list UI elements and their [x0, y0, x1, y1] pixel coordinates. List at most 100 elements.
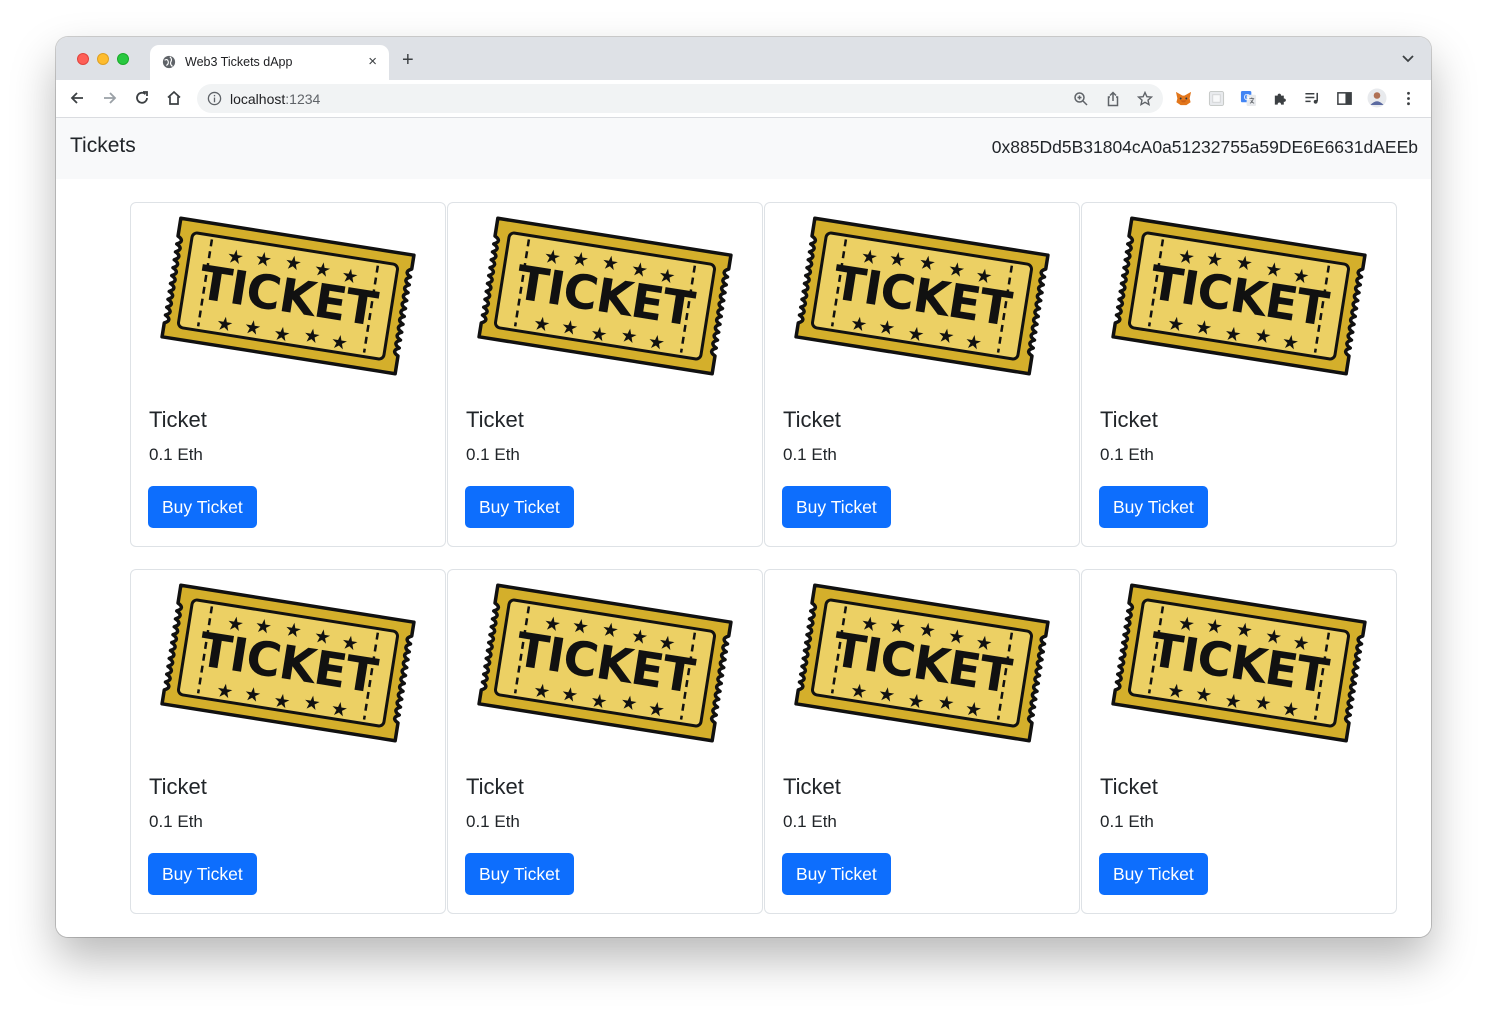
address-bar[interactable]: localhost:1234: [197, 84, 1163, 113]
ticket-title: Ticket: [149, 407, 207, 432]
buy-ticket-button[interactable]: Buy Ticket: [782, 853, 891, 895]
ticket-image: TICKET ★ ★ ★ ★ ★ ★ ★ ★ ★ ★: [477, 583, 733, 743]
svg-text:★: ★: [253, 615, 273, 639]
url-host: localhost: [230, 91, 286, 107]
svg-text:★: ★: [1223, 689, 1243, 713]
share-icon[interactable]: [1105, 91, 1121, 107]
svg-text:★: ★: [629, 258, 649, 282]
svg-text:★: ★: [215, 312, 235, 336]
svg-text:★: ★: [589, 689, 609, 713]
svg-text:★: ★: [1166, 679, 1186, 703]
svg-text:★: ★: [963, 697, 983, 721]
media-queue-icon[interactable]: [1304, 90, 1321, 107]
svg-text:★: ★: [657, 631, 677, 655]
svg-text:★: ★: [1291, 264, 1311, 288]
url-port: :1234: [285, 91, 321, 107]
svg-text:★: ★: [283, 251, 303, 275]
buy-ticket-button[interactable]: Buy Ticket: [148, 486, 257, 528]
profile-avatar-icon[interactable]: [1367, 88, 1387, 108]
navbar-brand[interactable]: Tickets: [70, 134, 136, 158]
svg-text:★: ★: [1204, 248, 1224, 272]
svg-text:★: ★: [302, 691, 322, 715]
svg-text:★: ★: [906, 322, 926, 346]
svg-text:★: ★: [312, 625, 332, 649]
svg-text:★: ★: [1193, 683, 1213, 707]
svg-text:★: ★: [1166, 312, 1186, 336]
extension-grey-icon[interactable]: [1208, 90, 1225, 107]
info-icon[interactable]: [207, 91, 222, 106]
ticket-title: Ticket: [466, 774, 524, 799]
close-window-button[interactable]: [77, 53, 89, 65]
ticket-card: TICKET ★ ★ ★ ★ ★ ★ ★ ★ ★ ★ Ticket 0.1 Eth Buy …: [764, 569, 1080, 914]
ticket-image: TICKET ★ ★ ★ ★ ★ ★ ★ ★ ★ ★: [1111, 583, 1367, 743]
page-content: Tickets 0x885Dd5B31804cA0a51232755a59DE6…: [56, 118, 1431, 937]
ticket-card: TICKET ★ ★ ★ ★ ★ ★ ★ ★ ★ ★ Ticket 0.1 Eth Buy …: [764, 202, 1080, 547]
ticket-card: TICKET ★ ★ ★ ★ ★ ★ ★ ★ ★ ★ Ticket 0.1 Eth Buy …: [1081, 202, 1397, 547]
svg-text:★: ★: [225, 245, 245, 269]
reload-icon[interactable]: [133, 89, 151, 107]
ticket-price: 0.1 Eth: [149, 812, 203, 831]
svg-text:★: ★: [646, 330, 666, 354]
svg-text:★: ★: [974, 264, 994, 288]
ticket-price: 0.1 Eth: [149, 445, 203, 464]
svg-text:★: ★: [1291, 631, 1311, 655]
extensions-puzzle-icon[interactable]: [1272, 90, 1289, 107]
svg-text:★: ★: [329, 697, 349, 721]
svg-text:★: ★: [283, 618, 303, 642]
maximize-window-button[interactable]: [117, 53, 129, 65]
forward-arrow-icon[interactable]: [101, 89, 119, 107]
ticket-title: Ticket: [783, 774, 841, 799]
ticket-title: Ticket: [1100, 407, 1158, 432]
ticket-image: TICKET ★ ★ ★ ★ ★ ★ ★ ★ ★ ★: [1111, 216, 1367, 376]
ticket-image: TICKET ★ ★ ★ ★ ★ ★ ★ ★ ★ ★: [160, 216, 416, 376]
tab-title: Web3 Tickets dApp: [185, 55, 293, 69]
svg-text:★: ★: [1193, 316, 1213, 340]
metamask-fox-icon[interactable]: [1175, 90, 1192, 107]
back-arrow-icon[interactable]: [68, 89, 86, 107]
browser-tab[interactable]: Web3 Tickets dApp ×: [150, 45, 389, 80]
svg-text:★: ★: [1280, 697, 1300, 721]
svg-text:★: ★: [849, 312, 869, 336]
svg-text:★: ★: [272, 689, 292, 713]
navbar: Tickets 0x885Dd5B31804cA0a51232755a59DE6…: [56, 118, 1431, 179]
buy-ticket-button[interactable]: Buy Ticket: [1099, 486, 1208, 528]
svg-text:★: ★: [532, 679, 552, 703]
ticket-title: Ticket: [1100, 774, 1158, 799]
ticket-image: TICKET ★ ★ ★ ★ ★ ★ ★ ★ ★ ★: [794, 583, 1050, 743]
ticket-image: TICKET ★ ★ ★ ★ ★ ★ ★ ★ ★ ★: [477, 216, 733, 376]
svg-text:★: ★: [329, 330, 349, 354]
buy-ticket-button[interactable]: Buy Ticket: [465, 853, 574, 895]
url-text[interactable]: localhost:1234: [230, 91, 320, 107]
star-bookmark-icon[interactable]: [1137, 91, 1153, 107]
google-translate-icon[interactable]: G: [1240, 90, 1257, 107]
ticket-price: 0.1 Eth: [466, 445, 520, 464]
chevron-down-icon[interactable]: [1401, 53, 1415, 63]
new-tab-button[interactable]: +: [402, 50, 414, 70]
zoom-icon[interactable]: [1073, 91, 1089, 107]
svg-text:★: ★: [312, 258, 332, 282]
home-icon[interactable]: [165, 89, 183, 107]
svg-text:★: ★: [600, 618, 620, 642]
wallet-address: 0x885Dd5B31804cA0a51232755a59DE6E6631dAE…: [991, 137, 1418, 157]
kebab-menu-icon[interactable]: [1400, 90, 1417, 107]
svg-text:★: ★: [1204, 615, 1224, 639]
tab-close-icon[interactable]: ×: [368, 54, 377, 70]
ticket-price: 0.1 Eth: [1100, 812, 1154, 831]
ticket-price: 0.1 Eth: [783, 445, 837, 464]
svg-text:★: ★: [646, 697, 666, 721]
browser-toolbar: localhost:1234 G: [56, 80, 1431, 118]
buy-ticket-button[interactable]: Buy Ticket: [148, 853, 257, 895]
svg-text:★: ★: [1176, 245, 1196, 269]
svg-text:★: ★: [859, 612, 879, 636]
buy-ticket-button[interactable]: Buy Ticket: [782, 486, 891, 528]
svg-text:★: ★: [600, 251, 620, 275]
ticket-grid: TICKET ★ ★ ★ ★ ★ ★ ★ ★ ★ ★ Ticket 0.1 Eth Buy …: [130, 202, 1398, 914]
svg-text:★: ★: [917, 251, 937, 275]
svg-text:★: ★: [1263, 625, 1283, 649]
svg-text:★: ★: [936, 691, 956, 715]
minimize-window-button[interactable]: [97, 53, 109, 65]
side-panel-icon[interactable]: [1336, 90, 1353, 107]
buy-ticket-button[interactable]: Buy Ticket: [1099, 853, 1208, 895]
buy-ticket-button[interactable]: Buy Ticket: [465, 486, 574, 528]
svg-text:★: ★: [619, 324, 639, 348]
